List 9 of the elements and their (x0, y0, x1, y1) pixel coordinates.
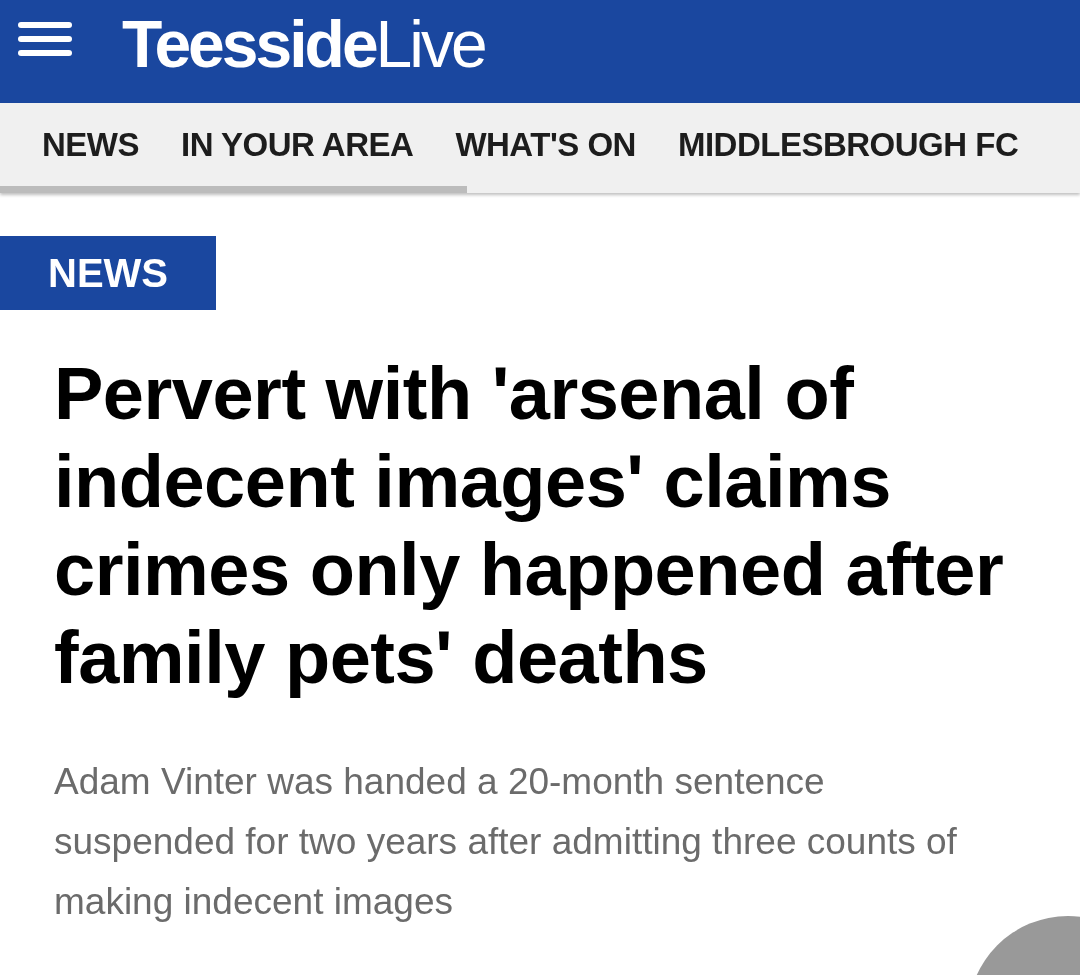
nav-link[interactable]: NEWS (42, 125, 139, 164)
nav-link[interactable]: IN YOUR AREA (181, 125, 414, 164)
standfirst: Adam Vinter was handed a 20-month sentence suspended for two years after admitting three counts of making indecent images (54, 760, 958, 924)
section-label[interactable]: NEWS (0, 236, 216, 310)
nav-link[interactable]: WHAT'S ON (455, 125, 636, 164)
nav-link[interactable]: MIDDLESBROUGH FC (677, 125, 1019, 164)
menu-icon[interactable] (18, 21, 72, 56)
site-logo[interactable]: TeessideLive (122, 5, 485, 82)
headline: Pervert with 'arsenal of indecent images' claims crimes only happened after family pets' deaths (54, 351, 1005, 701)
